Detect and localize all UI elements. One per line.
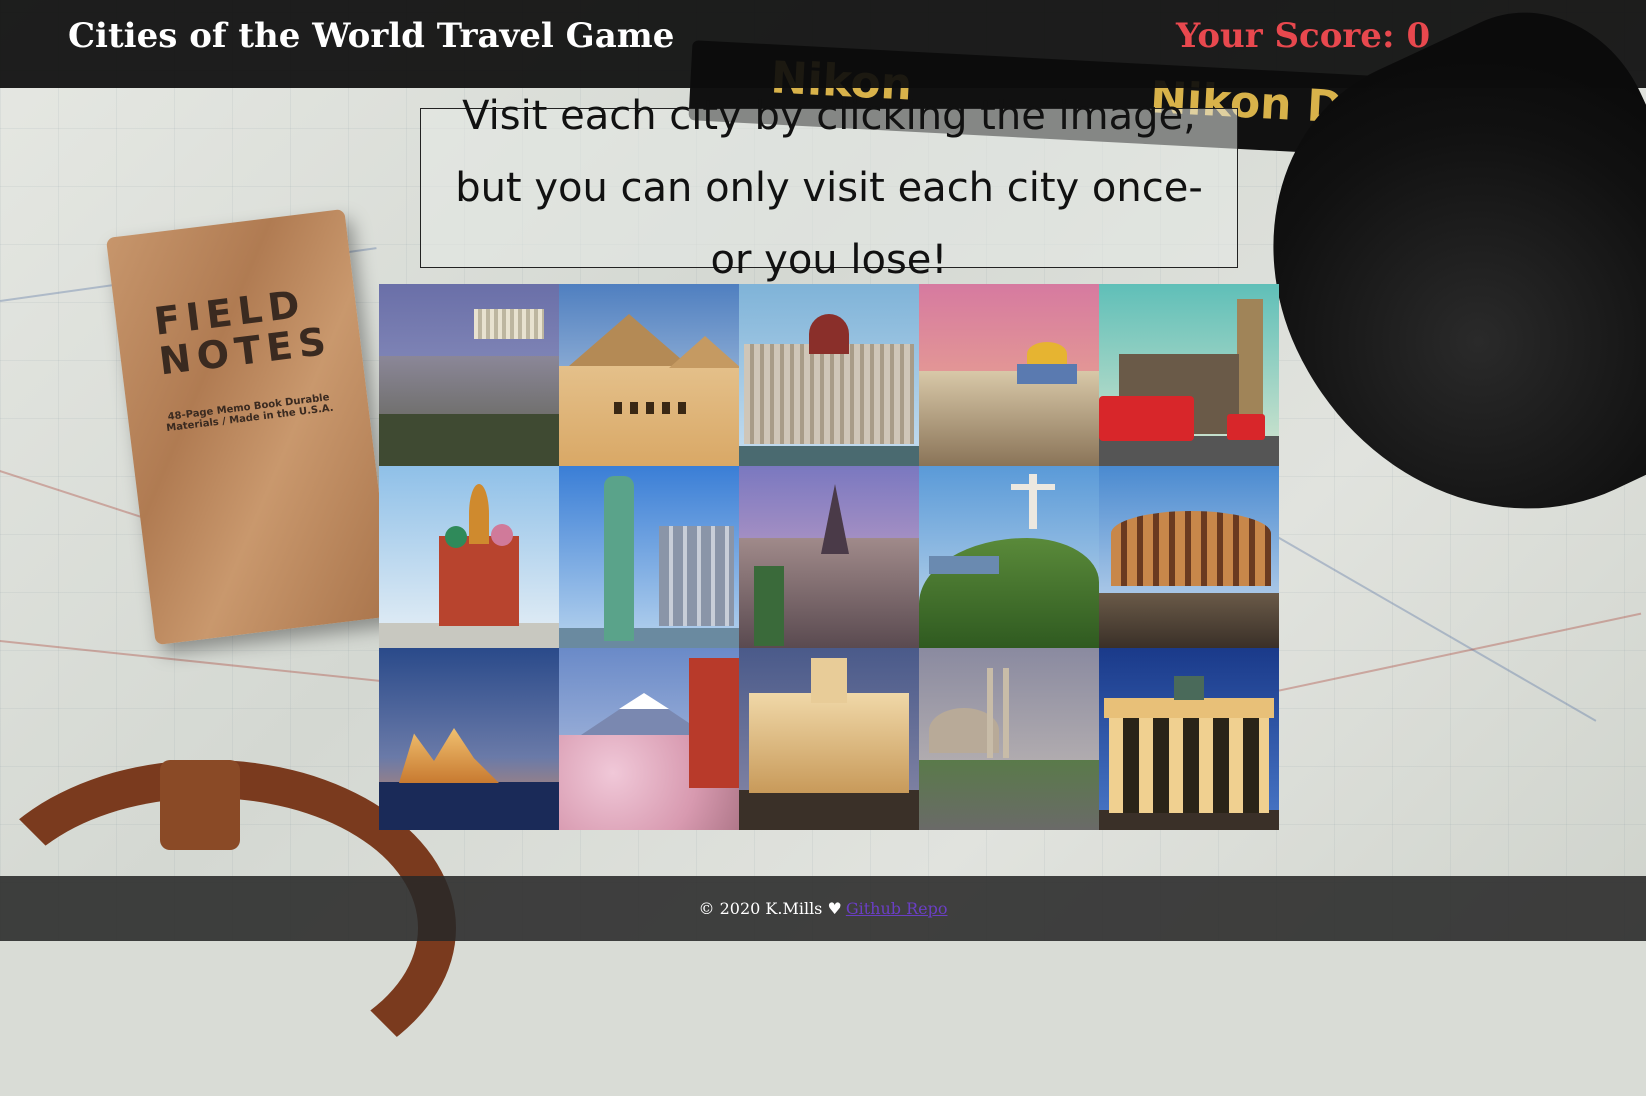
city-tile-brandenburg-gate[interactable]	[1099, 648, 1279, 830]
city-tile-pyramids[interactable]	[559, 284, 739, 466]
city-tile-blue-mosque[interactable]	[919, 648, 1099, 830]
city-tile-statue-of-liberty[interactable]	[559, 466, 739, 648]
city-grid	[379, 284, 1279, 830]
map-road	[1249, 520, 1597, 722]
header-bar: Cities of the World Travel Game Your Sco…	[0, 0, 1646, 88]
city-tile-dome-of-the-rock[interactable]	[919, 284, 1099, 466]
score-value: 0	[1406, 16, 1431, 56]
github-repo-link[interactable]: Github Repo	[846, 899, 948, 918]
score-label: Your Score:	[1176, 16, 1395, 56]
city-tile-christ-the-redeemer[interactable]	[919, 466, 1099, 648]
notebook-subtitle: 48-Page Memo Book Durable Materials / Ma…	[165, 392, 335, 435]
city-tile-cibeles-palace[interactable]	[739, 648, 919, 830]
copyright-text: © 2020 K.Mills ♥	[698, 899, 842, 918]
map-road	[1230, 612, 1642, 702]
game-title: Cities of the World Travel Game	[68, 16, 675, 56]
leather-buckle	[160, 760, 240, 850]
city-tile-acropolis[interactable]	[379, 284, 559, 466]
city-tile-colosseum[interactable]	[1099, 466, 1279, 648]
city-tile-eiffel-tower[interactable]	[739, 466, 919, 648]
notebook-title: FIELD NOTES	[151, 281, 335, 384]
footer-bar: © 2020 K.Mills ♥ Github Repo	[0, 876, 1646, 941]
instructions-box: Visit each city by clicking the image, b…	[420, 93, 1238, 283]
city-tile-sydney-opera-house[interactable]	[379, 648, 559, 830]
city-tile-parliament-budapest[interactable]	[739, 284, 919, 466]
city-tile-st-basils-cathedral[interactable]	[379, 466, 559, 648]
score-display: Your Score: 0	[1176, 16, 1430, 56]
field-notes-notebook: FIELD NOTES 48-Page Memo Book Durable Ma…	[105, 208, 395, 646]
city-tile-big-ben[interactable]	[1099, 284, 1279, 466]
city-tile-mount-fuji[interactable]	[559, 648, 739, 830]
